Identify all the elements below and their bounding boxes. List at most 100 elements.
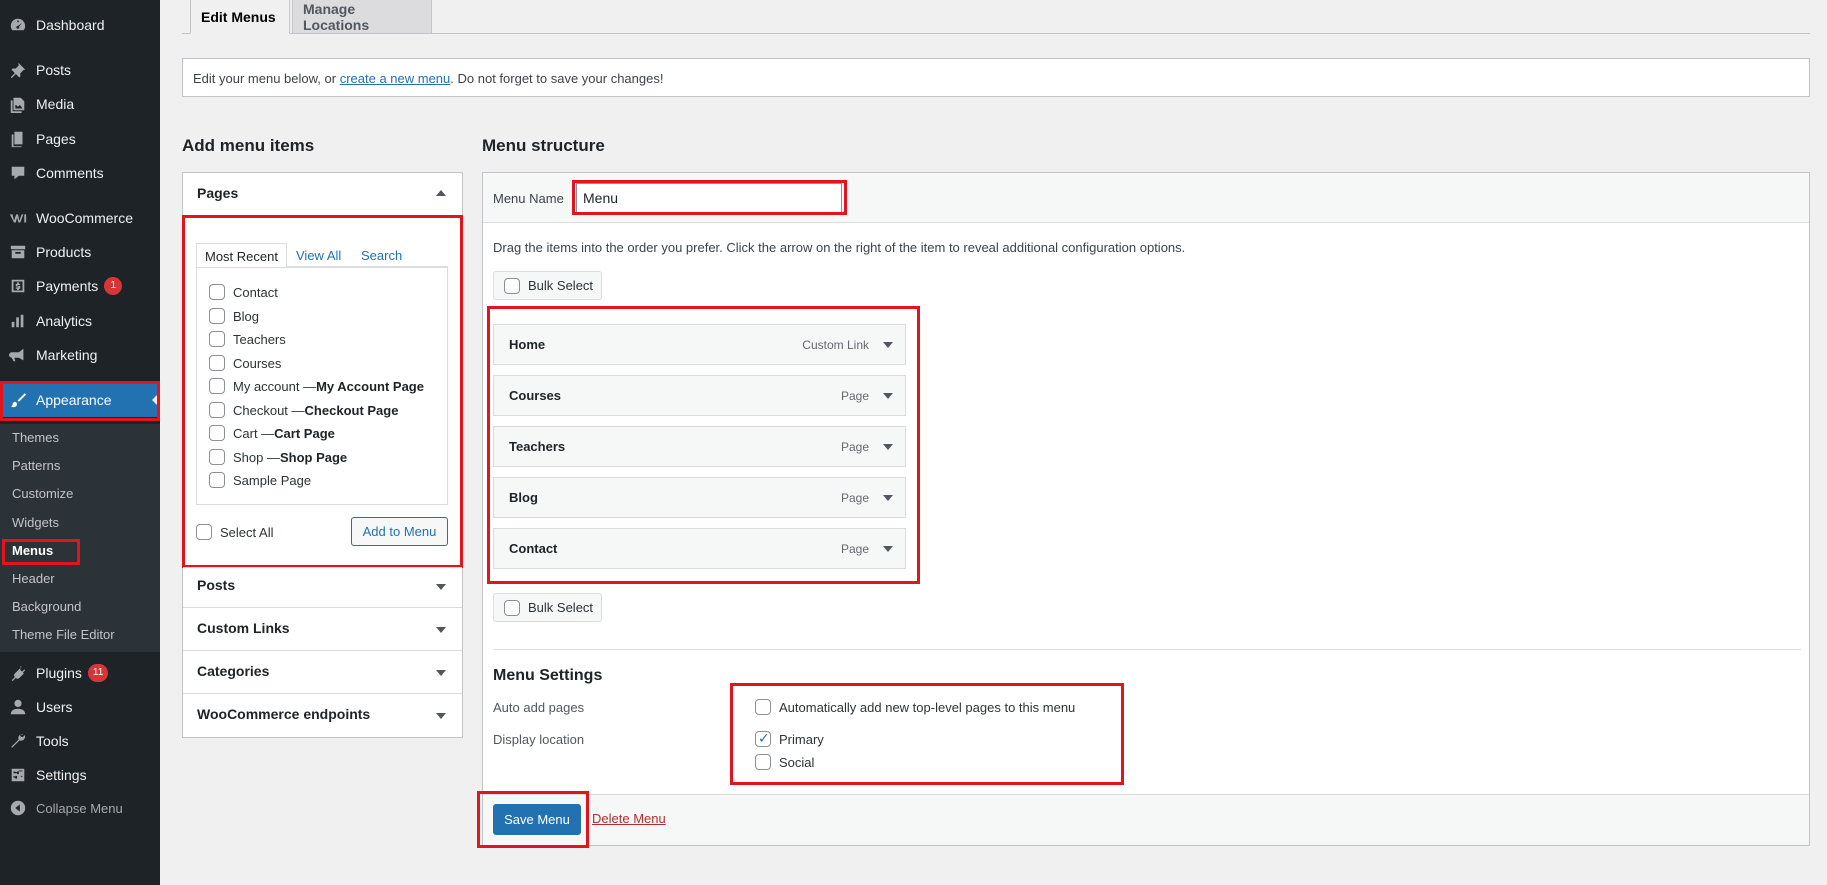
list-item[interactable]: Teachers [209, 330, 286, 348]
submenu-item-background[interactable]: Background [12, 599, 81, 614]
page-label: Checkout — [233, 402, 305, 418]
submenu-item-themes[interactable]: Themes [12, 430, 59, 445]
checkbox[interactable] [209, 449, 225, 465]
checkbox[interactable] [209, 472, 225, 488]
sidebar-item-tools[interactable]: Tools [0, 724, 160, 758]
primary-location-checkbox[interactable] [755, 730, 771, 747]
menu-name-input[interactable]: Menu [576, 183, 842, 213]
checkbox[interactable] [209, 402, 225, 418]
submenu-item-patterns[interactable]: Patterns [12, 458, 60, 473]
categories-section-toggle[interactable]: Categories [197, 663, 269, 679]
bar-chart-icon [0, 312, 36, 330]
checkbox[interactable] [504, 599, 520, 616]
expand-arrow-icon[interactable] [883, 342, 893, 348]
sidebar-item-plugins[interactable]: Plugins 11 [0, 656, 160, 690]
tab-manage-locations[interactable]: Manage Locations [292, 0, 432, 34]
sidebar-item-products[interactable]: Products [0, 235, 160, 269]
subtab-search[interactable]: Search [361, 248, 402, 263]
select-all-checkbox[interactable] [196, 524, 212, 540]
menu-item-courses[interactable]: Courses Page [493, 375, 906, 416]
subtab-view-all[interactable]: View All [296, 248, 341, 263]
auto-add-option-label: Automatically add new top-level pages to… [779, 699, 1076, 715]
sidebar-item-settings[interactable]: Settings [0, 758, 160, 792]
custom-links-section-toggle[interactable]: Custom Links [197, 620, 290, 636]
expand-arrow-icon[interactable] [883, 393, 893, 399]
select-all-row[interactable]: Select All [196, 523, 273, 541]
sidebar-item-media[interactable]: Media [0, 87, 160, 121]
expand-arrow-icon[interactable] [883, 444, 893, 450]
list-item[interactable]: Contact [209, 283, 278, 301]
submenu-item-widgets[interactable]: Widgets [12, 515, 59, 530]
sidebar-item-comments[interactable]: Comments [0, 156, 160, 190]
sidebar-item-payments[interactable]: Payments 1 [0, 269, 160, 303]
sidebar-item-label: Payments [36, 278, 99, 294]
sidebar-item-analytics[interactable]: Analytics [0, 304, 160, 338]
chevron-up-icon [436, 190, 446, 196]
submenu-item-theme-file-editor[interactable]: Theme File Editor [12, 627, 115, 642]
social-location-checkbox[interactable] [755, 754, 771, 770]
section-divider [183, 607, 462, 608]
sidebar-item-dashboard[interactable]: Dashboard [0, 8, 160, 42]
sidebar-item-label: Posts [36, 62, 72, 78]
add-to-menu-button[interactable]: Add to Menu [351, 517, 448, 546]
sidebar-item-label: WooCommerce [36, 210, 133, 226]
collapse-menu-button[interactable]: Collapse Menu [0, 791, 160, 825]
payments-icon [0, 277, 36, 295]
checkbox[interactable] [209, 425, 225, 441]
posts-section-toggle[interactable]: Posts [197, 577, 235, 593]
save-menu-button[interactable]: Save Menu [493, 804, 581, 835]
tab-edit-menus[interactable]: Edit Menus [190, 0, 290, 34]
expand-arrow-icon[interactable] [883, 546, 893, 552]
delete-menu-link[interactable]: Delete Menu [592, 811, 666, 826]
sidebar-item-posts[interactable]: Posts [0, 53, 160, 87]
checkbox[interactable] [209, 355, 225, 371]
sidebar-item-label: Comments [36, 165, 104, 181]
pages-section-toggle[interactable]: Pages [197, 185, 238, 201]
menu-settings-heading: Menu Settings [493, 667, 603, 684]
woocommerce-endpoints-section-toggle[interactable]: WooCommerce endpoints [197, 706, 370, 722]
checkbox[interactable] [209, 284, 225, 300]
checkbox[interactable] [209, 308, 225, 324]
sidebar-item-pages[interactable]: Pages [0, 122, 160, 156]
list-item[interactable]: Shop — Shop Page [209, 448, 347, 466]
auto-add-checkbox[interactable] [755, 699, 771, 715]
sidebar-item-label: Products [36, 244, 92, 260]
submenu-item-menus[interactable]: Menus [12, 543, 53, 558]
list-item[interactable]: Blog [209, 307, 259, 325]
menu-item-contact[interactable]: Contact Page [493, 528, 906, 569]
sidebar-item-users[interactable]: Users [0, 690, 160, 724]
checkbox[interactable] [504, 277, 520, 294]
bulk-select-top[interactable]: Bulk Select [493, 271, 602, 300]
sidebar-item-appearance[interactable]: Appearance [0, 383, 160, 417]
menu-item-home[interactable]: Home Custom Link [493, 324, 906, 365]
expand-arrow-icon[interactable] [883, 495, 893, 501]
sidebar-item-marketing[interactable]: Marketing [0, 338, 160, 372]
sidebar-item-woocommerce[interactable]: WooCommerce [0, 201, 160, 235]
list-item[interactable]: Sample Page [209, 471, 311, 489]
auto-add-option[interactable]: Automatically add new top-level pages to… [755, 699, 1075, 715]
settings-icon [0, 766, 36, 784]
create-new-menu-link[interactable]: create a new menu [340, 71, 451, 86]
page-label: Blog [233, 308, 260, 324]
checkbox[interactable] [209, 378, 225, 394]
location-primary[interactable]: Primary [755, 730, 824, 747]
list-item[interactable]: Checkout — Checkout Page [209, 401, 398, 419]
checkbox[interactable] [209, 331, 225, 347]
menu-item-teachers[interactable]: Teachers Page [493, 426, 906, 467]
location-social[interactable]: Social [755, 754, 814, 770]
submenu-item-customize[interactable]: Customize [12, 486, 73, 501]
bulk-select-bottom[interactable]: Bulk Select [493, 593, 602, 622]
chevron-down-icon [436, 713, 446, 719]
sidebar-item-label: Users [36, 699, 73, 715]
submenu-item-header[interactable]: Header [12, 571, 55, 586]
list-item[interactable]: Courses [209, 354, 281, 372]
menu-item-blog[interactable]: Blog Page [493, 477, 906, 518]
sidebar-item-label: Pages [36, 131, 76, 147]
notification-badge: 1 [104, 277, 123, 295]
subtab-most-recent[interactable]: Most Recent [196, 243, 287, 270]
add-menu-items-heading: Add menu items [182, 136, 315, 155]
section-divider [183, 693, 462, 694]
menu-item-title: Courses [509, 388, 562, 403]
list-item[interactable]: My account — My Account Page [209, 377, 424, 395]
list-item[interactable]: Cart — Cart Page [209, 424, 335, 442]
